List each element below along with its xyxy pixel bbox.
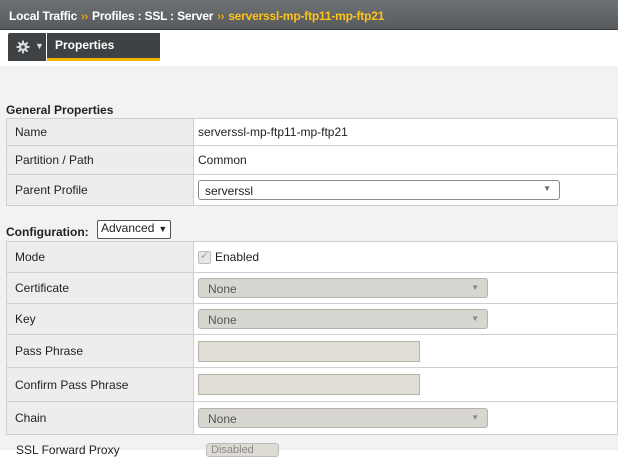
table-row: Certificate None ▼: [6, 272, 618, 304]
configuration-mode-value: Advanced: [101, 221, 155, 235]
chain-label: Chain: [6, 401, 194, 435]
name-value: serverssl-mp-ftp11-mp-ftp21: [193, 118, 618, 146]
key-select[interactable]: None ▼: [198, 309, 488, 329]
ssl-forward-proxy-select[interactable]: Disabled: [206, 443, 279, 457]
pass-phrase-label: Pass Phrase: [6, 334, 194, 368]
parent-profile-label: Parent Profile: [6, 174, 194, 206]
configuration-table: Mode Enabled Certificate None ▼ Key None…: [6, 241, 618, 435]
name-label: Name: [6, 118, 194, 146]
chevron-down-icon: ▼: [471, 413, 479, 422]
confirm-pass-phrase-cell: [193, 367, 618, 402]
table-row: Partition / Path Common: [6, 145, 618, 175]
chevron-down-icon: ▼: [471, 283, 479, 292]
mode-cell: Enabled: [193, 241, 618, 273]
table-row: Mode Enabled: [6, 241, 618, 273]
mode-label: Mode: [6, 241, 194, 273]
chevron-down-icon: ▼: [543, 184, 551, 193]
chevron-down-icon: ▼: [471, 314, 479, 323]
gear-icon: [16, 40, 30, 54]
breadcrumb-separator: ››: [81, 11, 89, 23]
confirm-pass-phrase-label: Confirm Pass Phrase: [6, 367, 194, 402]
table-row: Key None ▼: [6, 303, 618, 335]
key-selected: None: [208, 313, 237, 327]
parent-profile-select[interactable]: serverssl ▼: [198, 180, 560, 200]
chevron-down-icon: ▼: [35, 41, 44, 51]
ssl-forward-proxy-label: SSL Forward Proxy: [16, 443, 120, 457]
mode-enabled-label: Enabled: [215, 250, 260, 265]
chain-selected: None: [208, 412, 237, 426]
breadcrumb-bar: Local Traffic ›› Profiles : SSL : Server ››…: [0, 0, 618, 30]
table-row: Chain None ▼: [6, 401, 618, 435]
configuration-mode-select[interactable]: Advanced ▼: [97, 220, 172, 239]
confirm-pass-phrase-input[interactable]: [198, 374, 420, 395]
pass-phrase-cell: [193, 334, 618, 368]
certificate-cell: None ▼: [193, 272, 618, 304]
partition-label: Partition / Path: [6, 145, 194, 175]
chain-select[interactable]: None ▼: [198, 408, 488, 428]
pass-phrase-input[interactable]: [198, 340, 420, 362]
certificate-select[interactable]: None ▼: [198, 278, 488, 298]
general-properties-table: Name serverssl-mp-ftp11-mp-ftp21 Partiti…: [6, 118, 618, 206]
table-row: Confirm Pass Phrase: [6, 367, 618, 402]
table-row: Name serverssl-mp-ftp11-mp-ftp21: [6, 118, 618, 146]
gear-menu-button[interactable]: ▼: [8, 33, 46, 61]
tab-properties-label: Properties: [55, 38, 115, 52]
breadcrumb-local-traffic[interactable]: Local Traffic: [9, 9, 77, 23]
chevron-down-icon: ▼: [158, 224, 168, 234]
certificate-selected: None: [208, 282, 237, 296]
breadcrumb-current-profile: serverssl-mp-ftp11-mp-ftp21: [228, 9, 385, 23]
breadcrumb: Local Traffic ›› Profiles : SSL : Server ››…: [9, 9, 384, 23]
key-cell: None ▼: [193, 303, 618, 335]
general-properties-title: General Properties: [6, 103, 114, 117]
partition-value: Common: [193, 145, 618, 175]
parent-profile-selected: serverssl: [205, 184, 254, 198]
breadcrumb-separator: ››: [217, 11, 225, 23]
key-label: Key: [6, 303, 194, 335]
configuration-title: Configuration:: [6, 225, 89, 239]
parent-profile-cell: serverssl ▼: [193, 174, 618, 206]
table-row: Pass Phrase: [6, 334, 618, 368]
tab-properties[interactable]: Properties: [47, 33, 160, 61]
mode-enabled-checkbox[interactable]: [198, 249, 211, 264]
breadcrumb-profiles-ssl-server[interactable]: Profiles : SSL : Server: [92, 9, 213, 23]
chain-cell: None ▼: [193, 401, 618, 435]
certificate-label: Certificate: [6, 272, 194, 304]
table-row: Parent Profile serverssl ▼: [6, 174, 618, 206]
